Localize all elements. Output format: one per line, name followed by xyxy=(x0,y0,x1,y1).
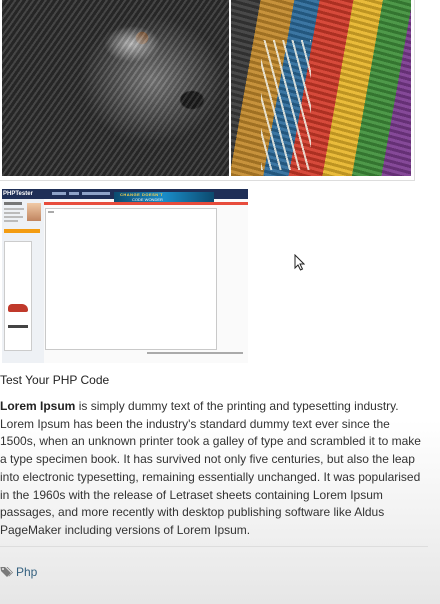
screenshot-car-ad xyxy=(4,241,32,351)
screenshot-footer-text xyxy=(147,352,243,354)
tag-link-php[interactable]: Php xyxy=(16,565,37,579)
screenshot-alert-strip xyxy=(44,202,248,205)
body-lead-bold: Lorem Ipsum xyxy=(0,399,76,413)
screenshot-sidebar xyxy=(2,199,44,363)
featured-images xyxy=(0,0,415,181)
image-caption: Test Your PHP Code xyxy=(0,373,110,387)
post-body: Lorem Ipsum is simply dummy text of the … xyxy=(0,398,424,540)
tags-divider xyxy=(0,546,428,547)
dog-artwork-image xyxy=(2,0,229,176)
post-tags: Php xyxy=(0,564,37,580)
body-text: is simply dummy text of the printing and… xyxy=(0,399,421,537)
tag-icon xyxy=(0,567,13,577)
php-tester-screenshot: PHPTester CHANGE DOESN'T CODE WONDER xyxy=(2,189,248,363)
mouse-pointer-icon xyxy=(294,254,305,271)
car-image xyxy=(8,304,28,312)
screenshot-site-logo: PHPTester xyxy=(3,191,33,197)
woven-blanket-image xyxy=(231,0,411,176)
screenshot-author-avatar xyxy=(27,203,41,221)
screenshot-code-editor xyxy=(45,208,217,350)
